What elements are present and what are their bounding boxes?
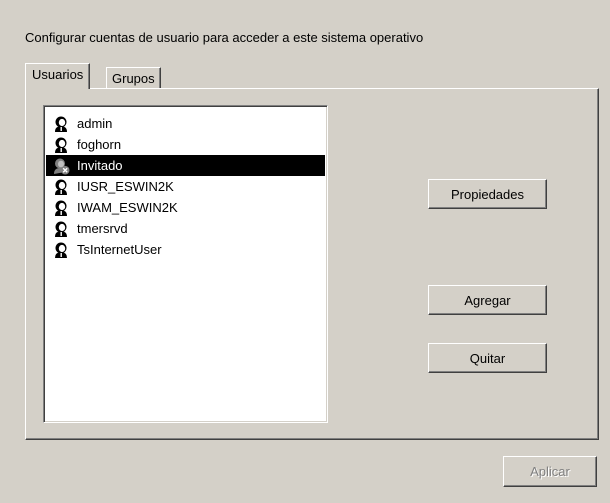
user-icon <box>52 241 70 259</box>
remove-button[interactable]: Quitar <box>428 343 547 373</box>
list-item[interactable]: IUSR_ESWIN2K <box>46 176 325 197</box>
disabled-user-icon <box>52 157 70 175</box>
user-icon <box>52 220 70 238</box>
user-icon <box>52 199 70 217</box>
add-button[interactable]: Agregar <box>428 285 547 315</box>
list-item[interactable]: foghorn <box>46 134 325 155</box>
list-item[interactable]: tmersrvd <box>46 218 325 239</box>
page-title: Configurar cuentas de usuario para acced… <box>25 30 424 45</box>
list-item[interactable]: Invitado <box>46 155 325 176</box>
user-icon <box>52 136 70 154</box>
user-name: Invitado <box>77 158 123 173</box>
user-name: admin <box>77 116 113 131</box>
tab-panel-usuarios: admin foghorn Invitado IUSR_ESWIN2K IWAM… <box>25 88 599 440</box>
tab-grupos[interactable]: Grupos <box>106 67 161 89</box>
user-name: TsInternetUser <box>77 242 162 257</box>
list-item[interactable]: IWAM_ESWIN2K <box>46 197 325 218</box>
user-list: admin foghorn Invitado IUSR_ESWIN2K IWAM… <box>44 106 327 260</box>
user-name: IUSR_ESWIN2K <box>77 179 174 194</box>
user-icon <box>52 115 70 133</box>
list-item[interactable]: TsInternetUser <box>46 239 325 260</box>
user-name: tmersrvd <box>77 221 128 236</box>
tab-usuarios[interactable]: Usuarios <box>25 63 91 89</box>
apply-button[interactable]: Aplicar <box>503 456 597 487</box>
user-name: foghorn <box>77 137 122 152</box>
users-listbox[interactable]: admin foghorn Invitado IUSR_ESWIN2K IWAM… <box>43 105 328 423</box>
list-item[interactable]: admin <box>46 113 325 134</box>
properties-button[interactable]: Propiedades <box>428 179 547 209</box>
user-icon <box>52 178 70 196</box>
user-name: IWAM_ESWIN2K <box>77 200 178 215</box>
